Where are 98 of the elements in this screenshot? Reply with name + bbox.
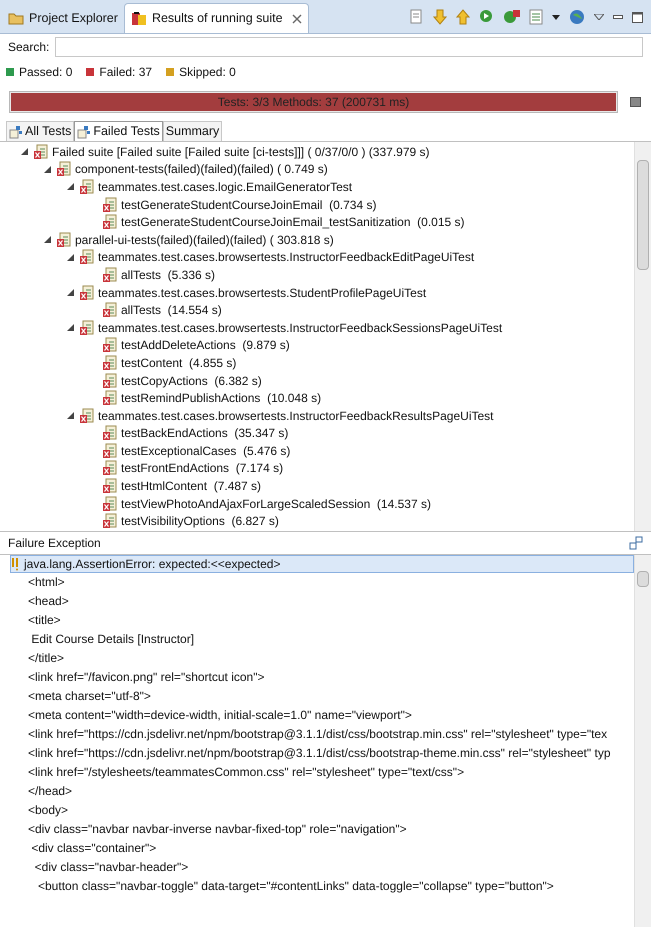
stack-line: <link href="/favicon.png" rel="shortcut icon"> bbox=[27, 669, 266, 686]
counter-text: Skipped: 0 bbox=[179, 64, 236, 81]
result-tab[interactable]: Summary bbox=[162, 121, 222, 141]
stack-line: <button class="navbar-toggle" data-target="#contentLinks" data-toggle="collapse" type="button"> bbox=[37, 878, 555, 895]
failed-test-icon bbox=[102, 513, 118, 530]
expanded-triangle-icon[interactable] bbox=[66, 254, 74, 261]
failed-test-icon bbox=[102, 214, 118, 230]
view-tab[interactable]: Results of running suite bbox=[124, 3, 309, 33]
run-failed-icon[interactable] bbox=[504, 9, 520, 25]
failed-test-icon bbox=[102, 196, 118, 213]
stack-line: <body> bbox=[27, 802, 70, 819]
panel-title: Failure Exception bbox=[8, 535, 101, 552]
counter-text: Passed: 0 bbox=[19, 64, 72, 81]
failed-test-icon bbox=[102, 372, 118, 389]
failed-test-icon bbox=[79, 178, 95, 195]
view-menu-icon[interactable] bbox=[594, 14, 604, 20]
stack-line: <meta content="width=device-width, initial-scale=1.0" name="viewport"> bbox=[27, 707, 413, 724]
tree-item[interactable]: teammates.test.cases.logic.EmailGeneratorTest bbox=[98, 178, 352, 196]
stack-line: <link href="https://cdn.jsdelivr.net/npm/bootstrap@3.1.1/dist/css/bootstrap-theme.min.css" rel="stylesheet" typ bbox=[27, 745, 612, 762]
failed-test-icon bbox=[102, 354, 118, 371]
tree-item[interactable]: testViewPhotoAndAjaxForLargeScaledSession (14.537 s) bbox=[121, 494, 431, 513]
tree-item[interactable]: testBackEndActions (35.347 s) bbox=[121, 424, 288, 442]
search-label: Search: bbox=[8, 39, 50, 56]
selected-error-row[interactable]: java.lang.AssertionError: expected:<<expected> bbox=[10, 555, 634, 573]
scrollbar[interactable] bbox=[634, 142, 651, 531]
failed-test-icon bbox=[102, 302, 118, 318]
tree-item[interactable]: testAddDeleteActions (9.879 s) bbox=[121, 336, 290, 354]
tree-item[interactable]: teammates.test.cases.browsertests.InstructorFeedbackEditPageUiTest bbox=[98, 248, 474, 266]
tree-item[interactable]: testCopyActions (6.382 s) bbox=[121, 372, 262, 390]
globe-icon[interactable] bbox=[569, 9, 585, 25]
stack-line: Edit Course Details [Instructor] bbox=[30, 631, 196, 648]
dropdown-caret-icon[interactable] bbox=[552, 14, 560, 20]
document-icon[interactable] bbox=[410, 9, 424, 25]
stack-line: <html> bbox=[27, 574, 66, 591]
result-tab[interactable]: Failed Tests bbox=[74, 121, 163, 141]
failed-test-icon bbox=[79, 284, 95, 301]
scrollbar[interactable] bbox=[634, 555, 651, 927]
expanded-triangle-icon[interactable] bbox=[66, 324, 74, 332]
expanded-triangle-icon[interactable] bbox=[44, 236, 50, 244]
failed-test-icon bbox=[79, 249, 95, 266]
warning-icon bbox=[11, 557, 21, 571]
failed-test-icon bbox=[56, 232, 72, 248]
expanded-triangle-icon[interactable] bbox=[44, 166, 50, 173]
layout-toggle-icon[interactable] bbox=[629, 536, 643, 550]
progress-text: Tests: 3/3 Methods: 37 (200731 ms) bbox=[216, 94, 410, 111]
tree-item[interactable]: teammates.test.cases.browsertests.InstructorFeedbackResultsPageUiTest bbox=[98, 406, 494, 425]
counter-text: Failed: 37 bbox=[99, 64, 152, 81]
stack-line: <head> bbox=[27, 593, 70, 610]
tree-item[interactable]: testHtmlContent (7.487 s) bbox=[121, 477, 262, 496]
stack-line: <div class="navbar-header"> bbox=[34, 859, 190, 876]
stack-line: </title> bbox=[27, 650, 66, 667]
tree-item[interactable]: teammates.test.cases.browsertests.InstructorFeedbackSessionsPageUiTest bbox=[98, 318, 502, 337]
failed-test-icon bbox=[102, 442, 118, 459]
arrow-down-icon[interactable] bbox=[433, 9, 447, 25]
failed-test-icon bbox=[102, 496, 118, 512]
search-field[interactable] bbox=[55, 37, 643, 57]
failed-test-icon bbox=[79, 408, 95, 424]
failed-test-icon bbox=[102, 266, 118, 283]
failed-test-icon bbox=[102, 478, 118, 494]
tree-item[interactable]: testFrontEndActions (7.174 s) bbox=[121, 459, 284, 478]
stack-line: <link href="/stylesheets/teammatesCommon.css" rel="stylesheet" type="text/css"> bbox=[27, 764, 466, 781]
tree-item[interactable]: Failed suite [Failed suite [Failed suite [ci-tests]]] ( 0/37/0/0 ) (337.979 s) bbox=[52, 142, 430, 161]
minimize-icon[interactable] bbox=[613, 15, 623, 19]
expanded-triangle-icon[interactable] bbox=[66, 183, 74, 190]
failed-test-icon bbox=[56, 161, 72, 178]
stack-line: <div class="container"> bbox=[30, 840, 158, 857]
stack-line: <title> bbox=[27, 612, 62, 629]
result-tab[interactable]: All Tests bbox=[6, 121, 74, 141]
tree-item[interactable]: allTests (14.554 s) bbox=[121, 301, 222, 320]
failed-test-icon bbox=[102, 460, 118, 476]
close-icon[interactable] bbox=[292, 14, 302, 24]
expanded-triangle-icon[interactable] bbox=[66, 412, 74, 420]
maximize-icon[interactable] bbox=[632, 12, 643, 22]
tree-item[interactable]: component-tests(failed)(failed)(failed) ( 0.749 s) bbox=[75, 160, 328, 178]
failed-test-icon bbox=[102, 337, 118, 354]
stack-line: </head> bbox=[27, 783, 74, 800]
stack-line: <div class="navbar navbar-inverse navbar-fixed-top" role="navigation"> bbox=[27, 821, 408, 838]
tree-item[interactable]: testGenerateStudentCourseJoinEmail_testSanitization (0.015 s) bbox=[121, 213, 465, 232]
stack-line: <meta charset="utf-8"> bbox=[27, 688, 152, 705]
expanded-triangle-icon[interactable] bbox=[20, 148, 28, 156]
arrow-up-icon[interactable] bbox=[456, 9, 470, 25]
tree-item[interactable]: testGenerateStudentCourseJoinEmail (0.734 s) bbox=[121, 196, 376, 214]
tree-item[interactable]: testVisibilityOptions (6.827 s) bbox=[121, 512, 279, 530]
run-icon[interactable] bbox=[479, 9, 495, 25]
failed-test-icon bbox=[33, 144, 49, 160]
tree-item[interactable]: testContent (4.855 s) bbox=[121, 354, 236, 372]
view-tab[interactable]: Project Explorer bbox=[2, 3, 124, 33]
stack-line: <link href="https://cdn.jsdelivr.net/npm/bootstrap@3.1.1/dist/css/bootstrap.min.css" rel="stylesheet" type="tex bbox=[27, 726, 608, 743]
tree-item[interactable]: testExceptionalCases (5.476 s) bbox=[121, 442, 290, 460]
failed-test-icon bbox=[79, 320, 95, 336]
tree-item[interactable]: teammates.test.cases.browsertests.StudentProfilePageUiTest bbox=[98, 284, 426, 302]
list-icon[interactable] bbox=[529, 9, 543, 25]
failed-test-icon bbox=[102, 390, 118, 406]
tree-item[interactable]: allTests (5.336 s) bbox=[121, 266, 216, 284]
tree-item[interactable]: parallel-ui-tests(failed)(failed)(failed) ( 303.818 s) bbox=[75, 230, 334, 249]
expanded-triangle-icon[interactable] bbox=[66, 289, 74, 296]
tree-item[interactable]: testRemindPublishActions (10.048 s) bbox=[121, 389, 322, 408]
failed-test-icon bbox=[102, 425, 118, 442]
